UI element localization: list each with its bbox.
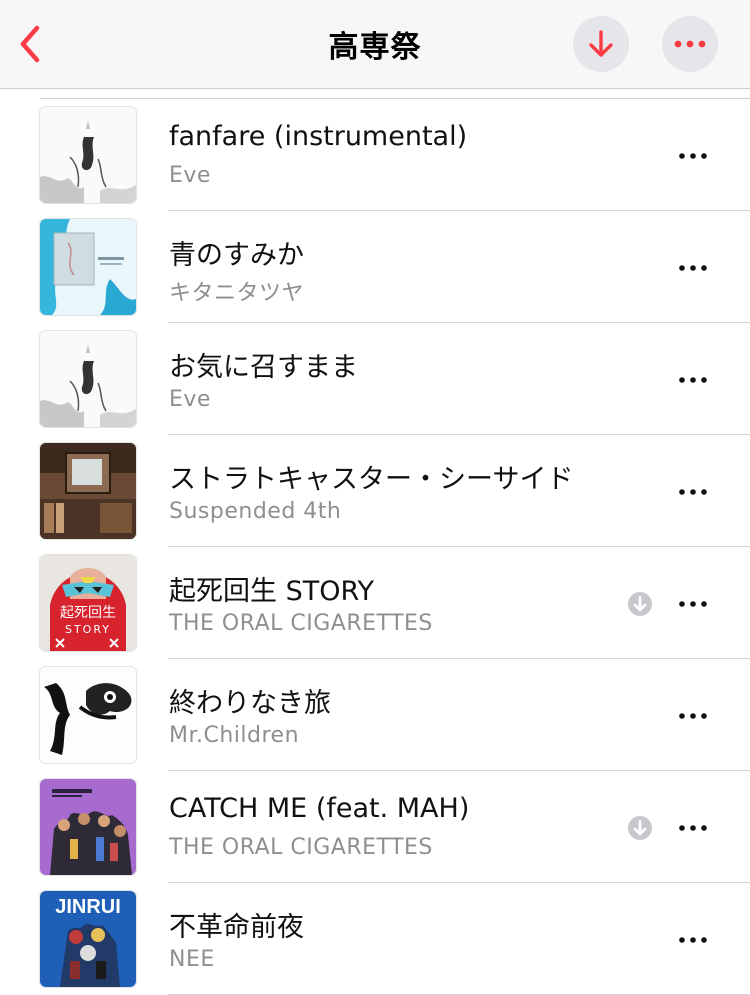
album-art: [40, 331, 136, 427]
track-artist: NEE: [169, 947, 215, 972]
downloaded-icon: [627, 591, 653, 617]
track-title: 不革命前夜: [169, 912, 304, 943]
album-art: 起死回生 STORY: [40, 555, 136, 651]
track-more-button[interactable]: [672, 255, 714, 281]
ellipsis-icon: [679, 713, 707, 719]
track-title: お気に召すまま: [169, 352, 358, 383]
album-art: [40, 667, 136, 763]
track-more-button[interactable]: [672, 591, 714, 617]
album-art-image: JINRUI: [40, 891, 136, 987]
track-artist: キタニタツヤ: [169, 281, 305, 306]
playlist-more-button[interactable]: [662, 16, 718, 72]
track-artist: THE ORAL CIGARETTES: [169, 611, 433, 636]
track-more-button[interactable]: [672, 703, 714, 729]
ellipsis-icon: [679, 601, 707, 607]
downloaded-icon: [627, 815, 653, 841]
art-text-jp: 起死回生: [60, 605, 116, 621]
track-title: 終わりなき旅: [169, 688, 331, 719]
track-artist: Mr.Children: [169, 723, 300, 748]
ellipsis-icon: [679, 825, 707, 831]
album-art-image: [40, 667, 136, 763]
track-row[interactable]: 終わりなき旅 Mr.Children: [0, 659, 750, 771]
track-row[interactable]: 起死回生 STORY 起死回生 STORY THE ORAL CIGARETTES: [0, 547, 750, 659]
art-text-jinrui: JINRUI: [55, 896, 121, 918]
ellipsis-icon: [674, 40, 706, 48]
track-title: CATCH ME (feat. MAH): [169, 793, 470, 824]
track-title: 青のすみか: [169, 240, 304, 271]
track-title: fanfare (instrumental): [169, 121, 468, 152]
album-art-image: [40, 443, 136, 539]
album-art-image: [40, 779, 136, 875]
track-title: 起死回生 STORY: [169, 576, 374, 607]
album-art-image: 起死回生 STORY: [40, 555, 136, 651]
ellipsis-icon: [679, 489, 707, 495]
track-row[interactable]: お気に召すまま Eve: [0, 323, 750, 435]
track-artist: THE ORAL CIGARETTES: [169, 835, 433, 860]
track-more-button[interactable]: [672, 815, 714, 841]
track-row[interactable]: JINRUI 不革命前夜 NEE: [0, 883, 750, 995]
art-text-en: STORY: [65, 623, 111, 636]
track-row[interactable]: fanfare (instrumental) Eve: [0, 99, 750, 211]
album-art: [40, 443, 136, 539]
album-art-image: [40, 107, 136, 203]
track-artist: Eve: [169, 387, 211, 412]
arrow-down-icon: [589, 30, 613, 57]
track-more-button[interactable]: [672, 479, 714, 505]
track-more-button[interactable]: [672, 367, 714, 393]
ellipsis-icon: [679, 377, 707, 383]
album-art-image: [40, 219, 136, 315]
track-more-button[interactable]: [672, 927, 714, 953]
ellipsis-icon: [679, 937, 707, 943]
navigation-bar: 高専祭: [0, 0, 750, 89]
ellipsis-icon: [679, 265, 707, 271]
album-art: [40, 107, 136, 203]
ellipsis-icon: [679, 153, 707, 159]
download-all-button[interactable]: [573, 16, 629, 72]
track-title: ストラトキャスター・シーサイド: [169, 464, 574, 495]
track-row[interactable]: 青のすみかキタニタツヤ: [0, 211, 750, 323]
album-art: [40, 779, 136, 875]
track-artist: Suspended 4th: [169, 499, 342, 524]
track-artist: Eve: [169, 163, 211, 188]
album-art-image: [40, 331, 136, 427]
album-art: [40, 219, 136, 315]
track-row[interactable]: CATCH ME (feat. MAH) THE ORAL CIGARETTES: [0, 771, 750, 883]
page-title: 高専祭: [328, 30, 422, 65]
track-list: fanfare (instrumental) Eve 青のすみかキタニタツヤお気に召…: [0, 99, 750, 995]
track-row[interactable]: ストラトキャスター・シーサイド Suspended 4th: [0, 435, 750, 547]
track-more-button[interactable]: [672, 143, 714, 169]
album-art: JINRUI: [40, 891, 136, 987]
